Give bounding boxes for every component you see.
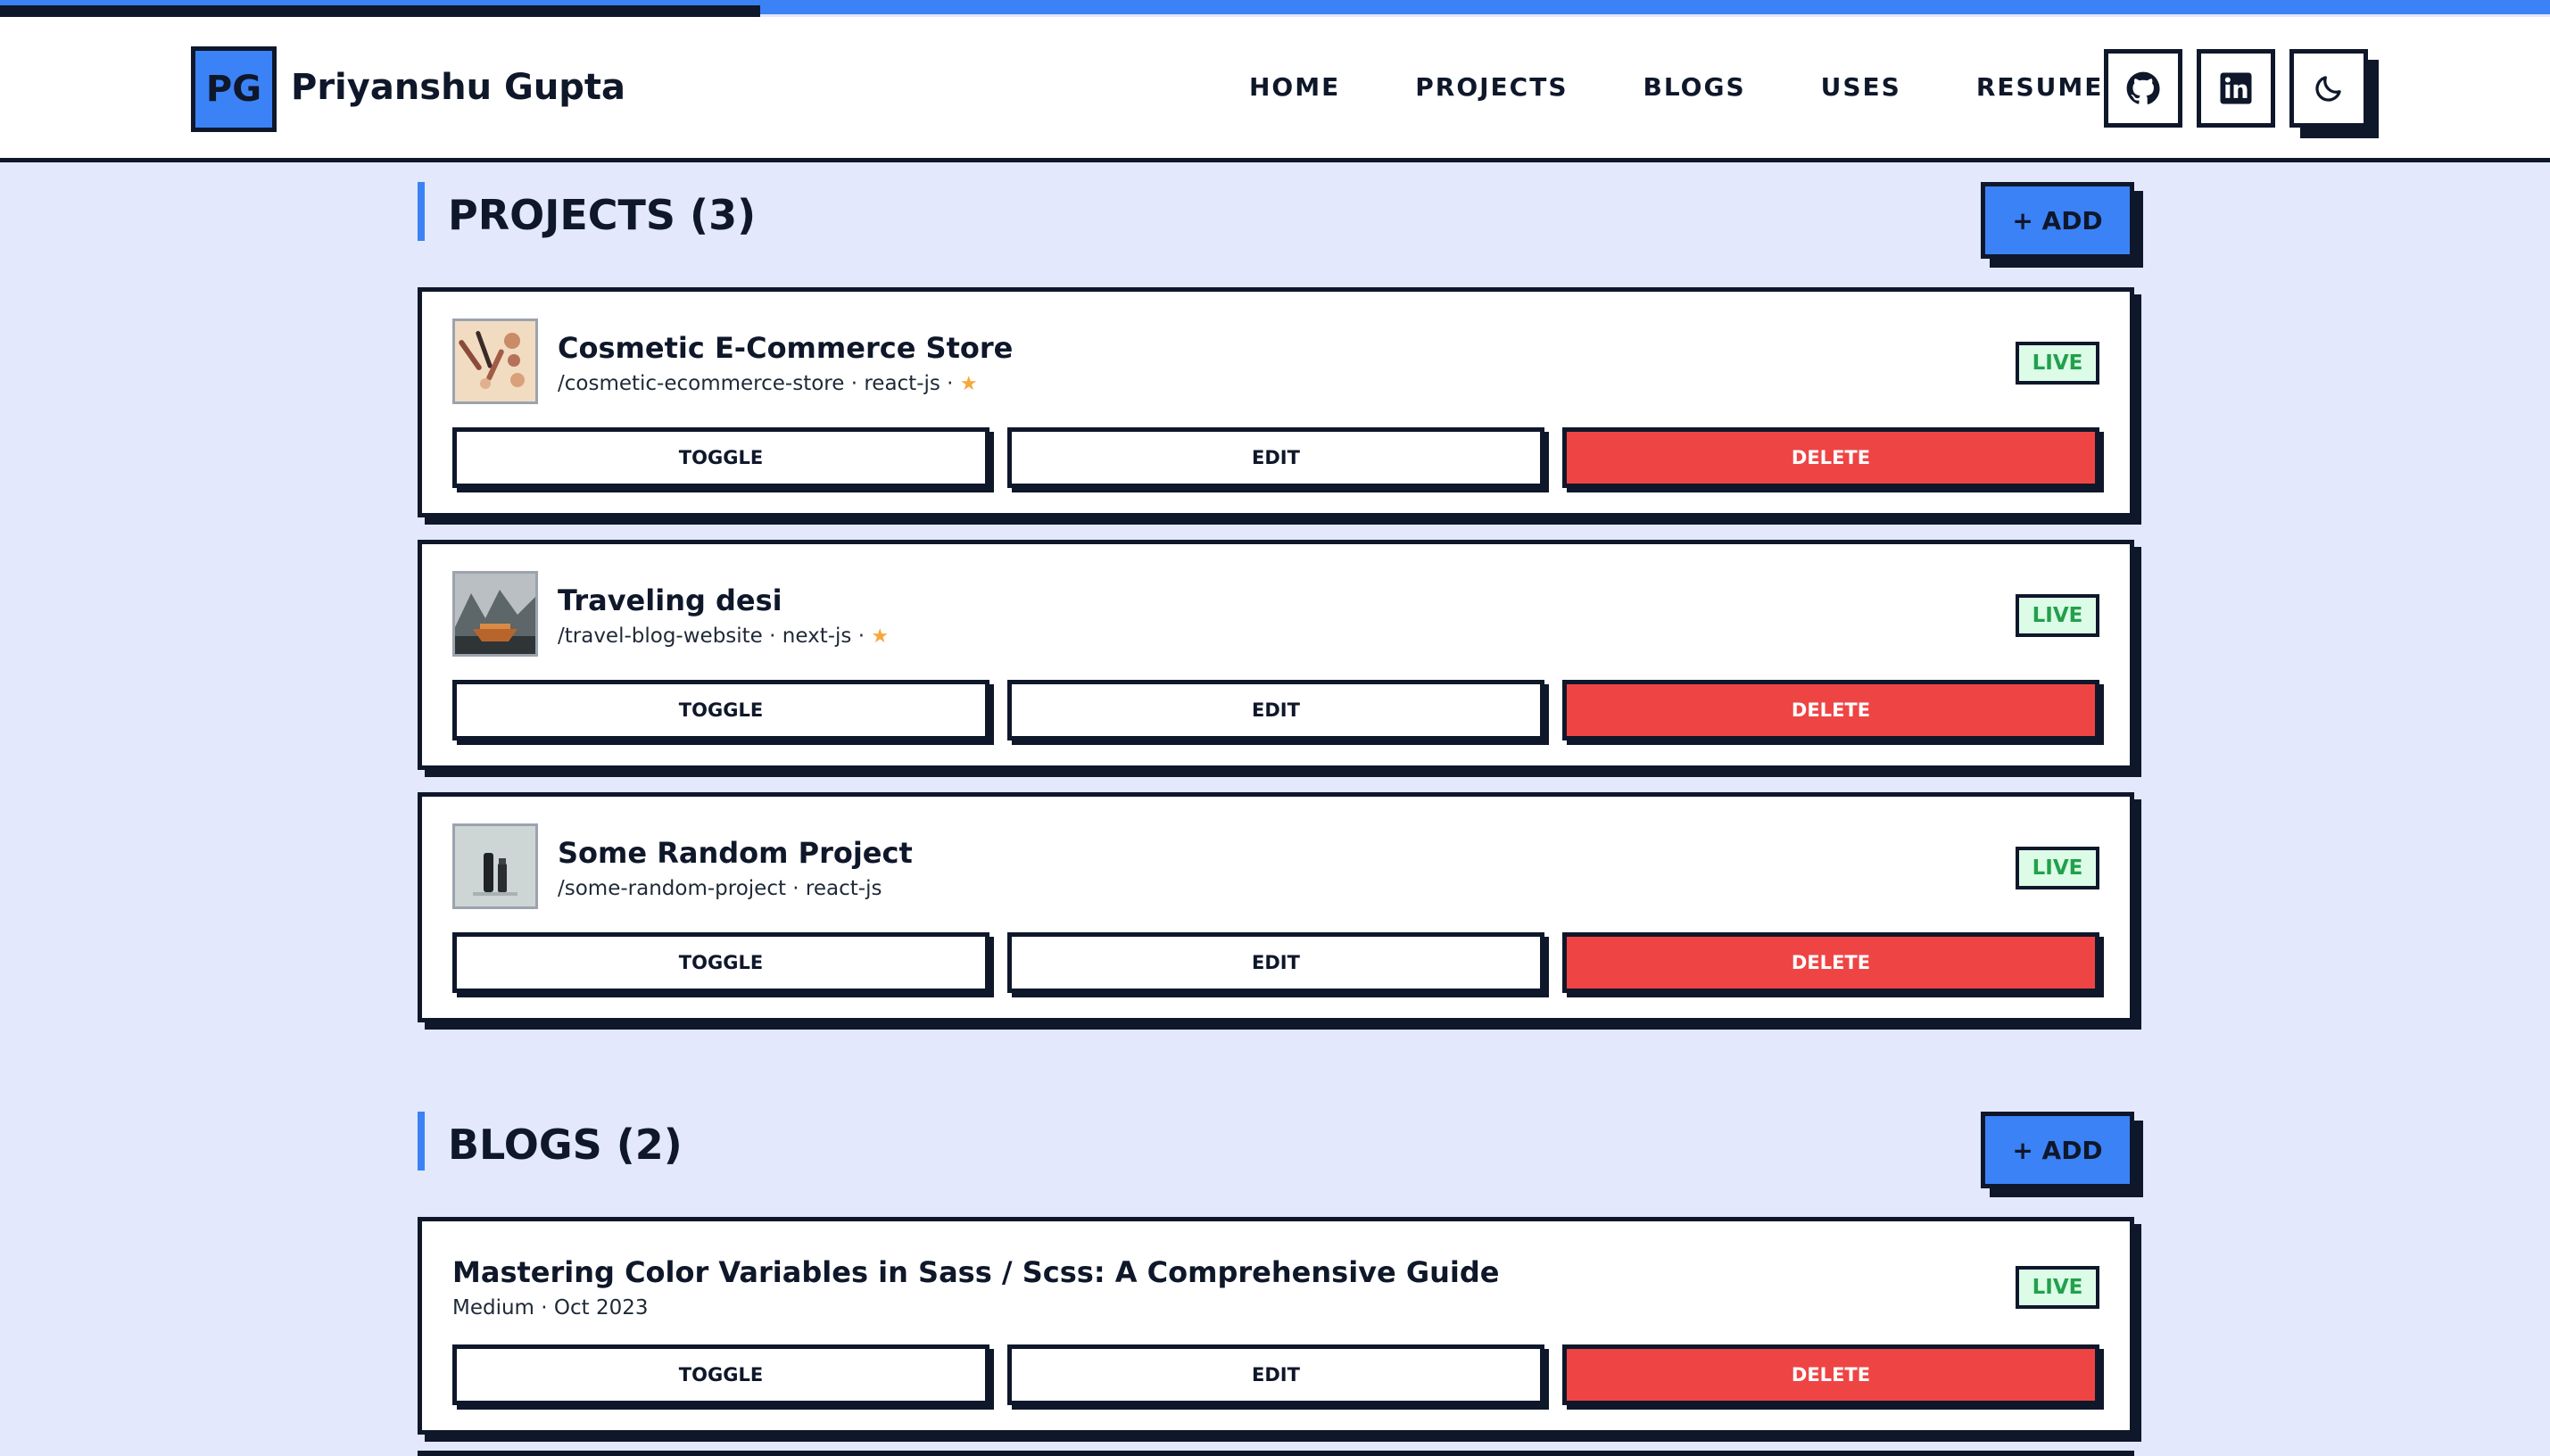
project-meta: /cosmetic-ecommerce-store · react-js · ★ [558, 372, 978, 395]
project-meta-text: /cosmetic-ecommerce-store · react-js · [558, 372, 960, 395]
project-card: Traveling desi /travel-blog-website · ne… [418, 540, 2134, 770]
toggle-button[interactable]: TOGGLE [452, 932, 989, 993]
projects-section-header: PROJECTS (3) + ADD [418, 182, 2134, 259]
status-badge: LIVE [2016, 1266, 2099, 1309]
edit-button[interactable]: EDIT [1007, 427, 1544, 488]
nav-resume[interactable]: RESUME [1976, 72, 2104, 102]
site-name[interactable]: Priyanshu Gupta [291, 67, 625, 108]
section-accent-bar [418, 182, 425, 241]
toggle-button[interactable]: TOGGLE [452, 680, 989, 740]
next-card-edge [418, 1451, 2134, 1456]
linkedin-icon [2220, 72, 2252, 104]
github-icon [2126, 71, 2160, 104]
project-meta-text: /travel-blog-website · next-js · [558, 625, 872, 648]
toggle-button[interactable]: TOGGLE [452, 1344, 989, 1405]
delete-button[interactable]: DELETE [1562, 932, 2099, 993]
project-meta-text: /some-random-project · react-js [558, 877, 882, 900]
github-button[interactable] [2104, 49, 2182, 128]
section-accent-bar [418, 1112, 425, 1171]
project-meta: /some-random-project · react-js [558, 877, 882, 900]
edit-button[interactable]: EDIT [1007, 680, 1544, 740]
delete-button[interactable]: DELETE [1562, 1344, 2099, 1405]
linkedin-button[interactable] [2197, 49, 2275, 128]
blogs-section-title: BLOGS (2) [448, 1121, 683, 1169]
top-progress-bar [0, 0, 2550, 17]
status-badge: LIVE [2016, 342, 2099, 385]
nav-projects[interactable]: PROJECTS [1415, 72, 1568, 102]
add-project-button[interactable]: + ADD [1981, 182, 2134, 259]
toggle-button[interactable]: TOGGLE [452, 427, 989, 488]
main-nav: HOME PROJECTS BLOGS USES RESUME [1249, 72, 2103, 102]
star-icon: ★ [871, 625, 890, 648]
status-badge: LIVE [2016, 847, 2099, 889]
edit-button[interactable]: EDIT [1007, 932, 1544, 993]
project-title: Cosmetic E-Commerce Store [558, 331, 1014, 365]
edit-button[interactable]: EDIT [1007, 1344, 1544, 1405]
logo-initials: PG [205, 69, 262, 110]
project-card: Some Random Project /some-random-project… [418, 792, 2134, 1022]
star-icon: ★ [959, 373, 978, 395]
project-thumbnail [452, 823, 538, 909]
nav-blogs[interactable]: BLOGS [1643, 72, 1745, 102]
project-thumbnail [452, 318, 538, 404]
project-title: Some Random Project [558, 836, 913, 870]
site-header: PG Priyanshu Gupta HOME PROJECTS BLOGS U… [0, 17, 2550, 162]
theme-toggle-button[interactable] [2289, 49, 2368, 128]
delete-button[interactable]: DELETE [1562, 427, 2099, 488]
project-thumbnail [452, 571, 538, 657]
blogs-section-header: BLOGS (2) + ADD [418, 1112, 2134, 1188]
delete-button[interactable]: DELETE [1562, 680, 2099, 740]
cosmetics-image [455, 321, 535, 401]
nav-uses[interactable]: USES [1821, 72, 1901, 102]
blog-meta: Medium · Oct 2023 [452, 1296, 649, 1320]
moon-icon [2315, 76, 2341, 102]
projects-section-title: PROJECTS (3) [448, 191, 757, 239]
travel-image [455, 574, 535, 654]
nav-home[interactable]: HOME [1249, 72, 1340, 102]
project-meta: /travel-blog-website · next-js · ★ [558, 625, 889, 648]
blog-title: Mastering Color Variables in Sass / Scss… [452, 1255, 1500, 1289]
product-image [455, 826, 535, 906]
status-badge: LIVE [2016, 594, 2099, 637]
project-title: Traveling desi [558, 583, 782, 617]
blog-card: Mastering Color Variables in Sass / Scss… [418, 1217, 2134, 1435]
add-blog-button[interactable]: + ADD [1981, 1112, 2134, 1188]
top-progress-fill [0, 5, 760, 17]
project-card: Cosmetic E-Commerce Store /cosmetic-ecom… [418, 287, 2134, 517]
logo-badge[interactable]: PG [191, 46, 277, 132]
